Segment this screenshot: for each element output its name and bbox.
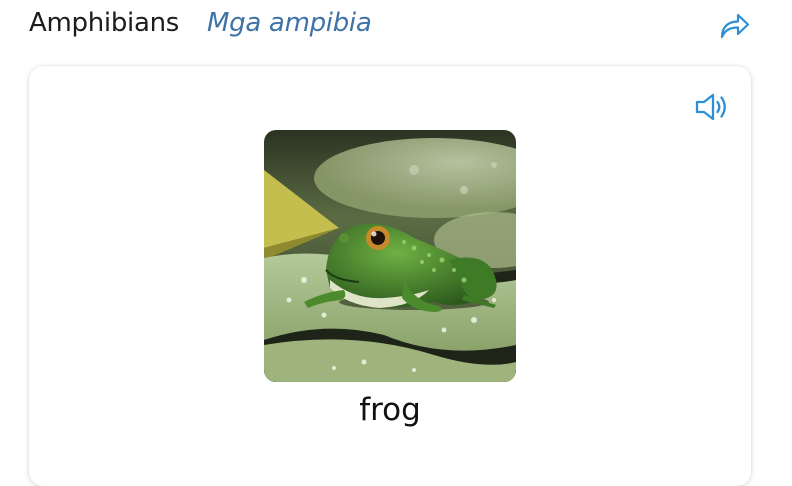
category-translation: Mga ampibia [207, 8, 372, 38]
flashcard[interactable]: frog [29, 66, 751, 486]
card-word: frog [359, 392, 421, 428]
share-button[interactable] [716, 10, 752, 42]
frog-image [264, 130, 516, 382]
header: Amphibians Mga ampibia [0, 0, 792, 54]
speaker-icon [695, 93, 726, 121]
category-title: Amphibians [29, 8, 180, 38]
play-sound-button[interactable] [693, 90, 733, 124]
share-arrow-icon [720, 13, 750, 39]
